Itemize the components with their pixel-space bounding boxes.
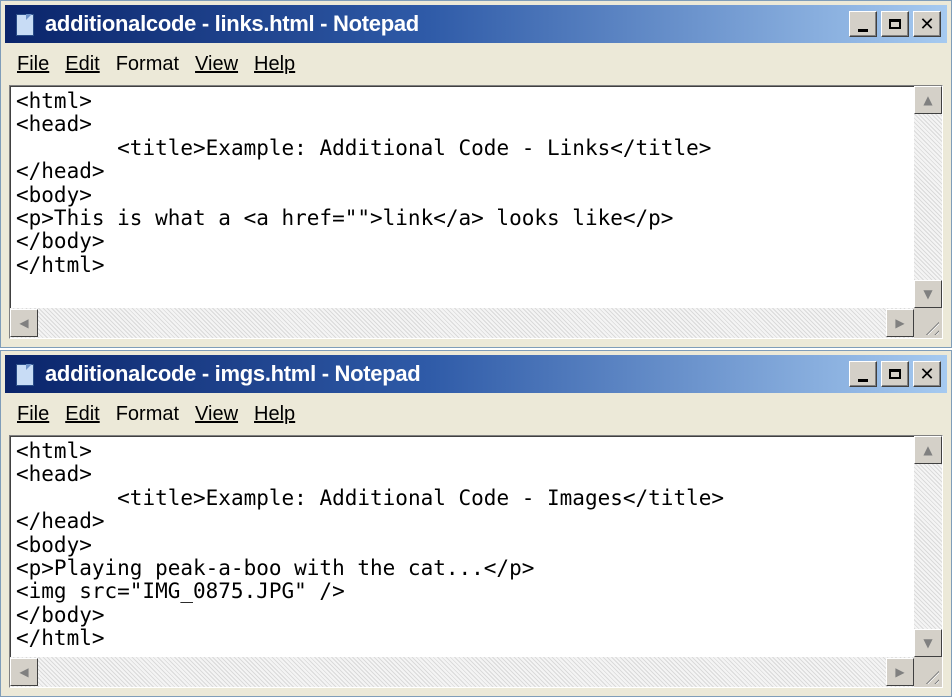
window-title: additionalcode - imgs.html - Notepad [45, 361, 421, 386]
scroll-up-button[interactable]: ▲ [914, 86, 942, 114]
notepad-window-imgs[interactable]: additionalcode - imgs.html - Notepad ✕ F… [0, 350, 952, 697]
notepad-window-links[interactable]: additionalcode - links.html - Notepad ✕ … [0, 0, 952, 348]
window-controls: ✕ [849, 11, 941, 37]
arrow-up-icon: ▲ [923, 93, 933, 107]
minimize-icon [858, 28, 868, 32]
resize-grip[interactable] [914, 657, 942, 687]
menu-label: View [195, 52, 239, 75]
close-button[interactable]: ✕ [913, 361, 941, 387]
menu-label: Edit [65, 402, 100, 425]
vertical-scrollbar[interactable]: ▲ ▼ [914, 86, 942, 308]
menu-view[interactable]: View [187, 403, 246, 426]
arrow-up-icon: ▲ [923, 443, 933, 457]
window-controls: ✕ [849, 361, 941, 387]
menu-label: Format [115, 402, 180, 425]
maximize-icon [889, 19, 901, 29]
menu-label: View [195, 402, 239, 425]
maximize-icon [889, 369, 901, 379]
arrow-down-icon: ▼ [923, 287, 933, 301]
notepad-icon[interactable] [13, 12, 35, 36]
menu-label: File [17, 52, 50, 75]
menu-label: Help [254, 52, 296, 75]
maximize-button[interactable] [881, 361, 909, 387]
minimize-icon [858, 378, 868, 382]
text-editor[interactable]: <html> <head> <title>Example: Additional… [9, 85, 943, 339]
arrow-right-icon: ▶ [895, 665, 905, 679]
editor-content[interactable]: <html> <head> <title>Example: Additional… [16, 89, 906, 277]
menu-label: File [17, 402, 50, 425]
close-icon: ✕ [919, 363, 935, 385]
menu-help[interactable]: Help [246, 403, 303, 426]
menu-label: Help [254, 402, 296, 425]
arrow-left-icon: ◀ [19, 316, 29, 330]
menu-help[interactable]: Help [246, 53, 303, 76]
arrow-right-icon: ▶ [895, 316, 905, 330]
menu-label: Edit [65, 52, 100, 75]
scroll-down-button[interactable]: ▼ [914, 280, 942, 308]
vertical-scrollbar[interactable]: ▲ ▼ [914, 436, 942, 657]
minimize-button[interactable] [849, 11, 877, 37]
menu-label: Format [115, 52, 180, 75]
close-icon: ✕ [919, 13, 935, 35]
scroll-right-button[interactable]: ▶ [886, 309, 914, 337]
menu-format[interactable]: Format [108, 53, 187, 76]
arrow-down-icon: ▼ [923, 636, 933, 650]
horizontal-scrollbar[interactable]: ◀ ▶ [10, 657, 914, 687]
horizontal-scrollbar[interactable]: ◀ ▶ [10, 308, 914, 338]
minimize-button[interactable] [849, 361, 877, 387]
maximize-button[interactable] [881, 11, 909, 37]
menu-bar: File Edit Format View Help [5, 47, 947, 81]
menu-format[interactable]: Format [108, 403, 187, 426]
title-bar[interactable]: additionalcode - links.html - Notepad ✕ [5, 5, 947, 43]
window-title: additionalcode - links.html - Notepad [45, 11, 419, 36]
menu-file[interactable]: File [5, 403, 57, 426]
text-editor[interactable]: <html> <head> <title>Example: Additional… [9, 435, 943, 688]
close-button[interactable]: ✕ [913, 11, 941, 37]
scroll-right-button[interactable]: ▶ [886, 658, 914, 686]
notepad-icon[interactable] [13, 362, 35, 386]
scroll-down-button[interactable]: ▼ [914, 629, 942, 657]
scroll-up-button[interactable]: ▲ [914, 436, 942, 464]
resize-grip[interactable] [914, 308, 942, 338]
editor-content[interactable]: <html> <head> <title>Example: Additional… [16, 439, 906, 651]
menu-bar: File Edit Format View Help [5, 397, 947, 431]
menu-edit[interactable]: Edit [57, 53, 107, 76]
menu-file[interactable]: File [5, 53, 57, 76]
menu-edit[interactable]: Edit [57, 403, 107, 426]
scroll-left-button[interactable]: ◀ [10, 658, 38, 686]
scroll-left-button[interactable]: ◀ [10, 309, 38, 337]
title-bar[interactable]: additionalcode - imgs.html - Notepad ✕ [5, 355, 947, 393]
menu-view[interactable]: View [187, 53, 246, 76]
arrow-left-icon: ◀ [19, 665, 29, 679]
